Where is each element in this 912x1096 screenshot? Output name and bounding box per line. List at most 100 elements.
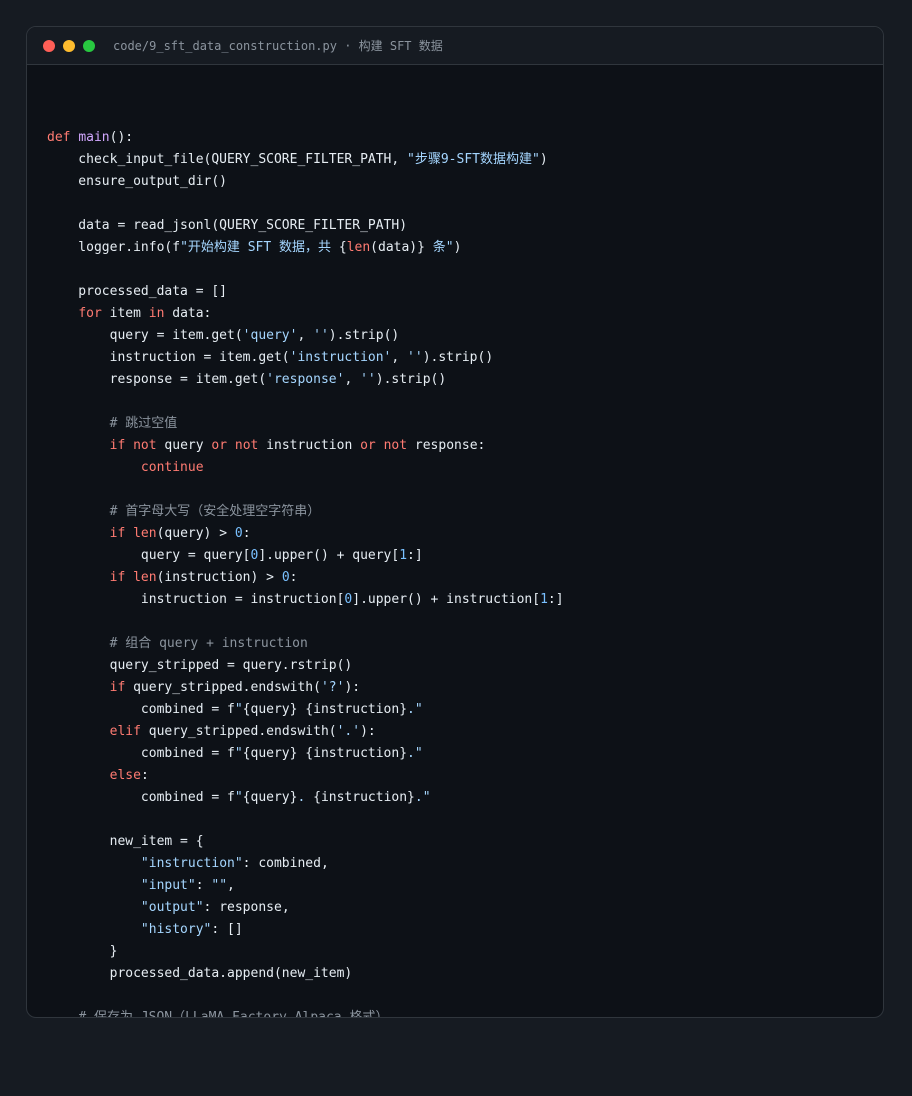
code-token: :: [242, 526, 251, 541]
zoom-button[interactable]: [83, 39, 95, 52]
code-token: in: [148, 306, 165, 321]
code-line: "output": response,: [47, 897, 564, 919]
code-token: query = item.get(: [47, 328, 243, 343]
code-token: ).strip(): [422, 350, 494, 365]
code-token: len: [346, 240, 371, 255]
code-token: '': [360, 372, 376, 387]
code-token: "步骤9-SFT数据构建": [407, 152, 540, 167]
minimize-button[interactable]: [63, 39, 75, 52]
code-token: .": [414, 790, 431, 805]
code-token: }: [47, 944, 118, 959]
code-token: or: [360, 438, 376, 453]
code-token: item: [101, 306, 149, 321]
code-window: code/9_sft_data_construction.py · 构建 SFT…: [26, 26, 884, 1018]
code-token: query_stripped = query.rstrip(): [47, 658, 353, 673]
code-token: ): [453, 240, 462, 255]
code-line: data = read_jsonl(QUERY_SCORE_FILTER_PAT…: [47, 215, 564, 237]
code-token: 'query': [242, 328, 298, 343]
code-line: "input": "",: [47, 875, 564, 897]
code-token: check_input_file(QUERY_SCORE_FILTER_PATH…: [47, 152, 408, 167]
code-token: ).strip(): [375, 372, 447, 387]
code-line: def main():: [47, 127, 564, 149]
code-token: ):: [360, 724, 376, 739]
code-token: combined = f: [47, 702, 235, 717]
code-token: 条": [424, 240, 454, 255]
code-token: query_stripped.endswith(: [140, 724, 337, 739]
code-token: len: [133, 570, 157, 585]
code-line: response = item.get('response', '').stri…: [47, 369, 564, 391]
code-token: ,: [297, 328, 314, 343]
code-line: new_item = {: [47, 831, 564, 853]
code-token: # 组合 query + instruction: [109, 636, 308, 651]
code-token: not: [234, 438, 259, 453]
code-token: processed_data = []: [47, 284, 228, 299]
code-token: response = item.get(: [47, 372, 267, 387]
code-token: or: [211, 438, 228, 453]
code-token: else: [109, 768, 141, 783]
code-token: (data)}: [370, 240, 425, 255]
code-token: # 保存为 JSON（LLaMA Factory Alpaca 格式）: [78, 1010, 389, 1018]
code-token: (query) >: [156, 526, 235, 541]
code-token: if: [109, 680, 126, 695]
code-token: ():: [109, 130, 134, 145]
code-token: {query} {instruction}: [242, 746, 408, 761]
code-token: ": [234, 746, 243, 761]
code-token: 'response': [266, 372, 345, 387]
code-token: : response,: [203, 900, 290, 915]
code-token: ": [234, 790, 243, 805]
code-token: instruction: [258, 438, 361, 453]
code-token: continue: [140, 460, 204, 475]
code-line: processed_data.append(new_item): [47, 963, 564, 985]
window-title: code/9_sft_data_construction.py · 构建 SFT…: [113, 39, 443, 53]
code-line: # 保存为 JSON（LLaMA Factory Alpaca 格式）: [47, 1007, 564, 1018]
code-token: ,: [391, 350, 408, 365]
code-token: 0: [281, 570, 290, 585]
code-token: .": [407, 746, 423, 761]
code-token: data:: [164, 306, 212, 321]
code-line: "instruction": combined,: [47, 853, 564, 875]
code-token: query: [156, 438, 212, 453]
code-token: ):: [344, 680, 361, 695]
code-token: "": [211, 878, 228, 893]
code-line: if not query or not instruction or not r…: [47, 435, 564, 457]
code-token: instruction = item.get(: [47, 350, 290, 365]
code-line: "history": []: [47, 919, 564, 941]
code-line: query = item.get('query', '').strip(): [47, 325, 564, 347]
code-token: 1: [399, 548, 408, 563]
code-line: logger.info(f"开始构建 SFT 数据，共 {len(data)} …: [47, 237, 564, 259]
code-token: response:: [407, 438, 486, 453]
code-token: ].upper() + query[: [258, 548, 400, 563]
code-token: '': [313, 328, 329, 343]
code-token: combined = f: [47, 790, 235, 805]
code-token: instruction = instruction[: [47, 592, 345, 607]
code-token: "input": [140, 878, 196, 893]
code-token: (instruction) >: [156, 570, 282, 585]
code-line: check_input_file(QUERY_SCORE_FILTER_PATH…: [47, 149, 564, 171]
code-token: "output": [140, 900, 204, 915]
close-button[interactable]: [43, 39, 55, 52]
code-line: combined = f"{query} {instruction}.": [47, 743, 564, 765]
code-line: # 跳过空值: [47, 413, 564, 435]
code-token: ,: [227, 878, 235, 893]
code-token: :: [289, 570, 298, 585]
code-line: # 首字母大写（安全处理空字符串）: [47, 501, 564, 523]
code-editor[interactable]: def main(): check_input_file(QUERY_SCORE…: [47, 105, 564, 1018]
code-token: def: [47, 130, 71, 145]
code-token: 'instruction': [289, 350, 392, 365]
code-token: elif: [109, 724, 141, 739]
